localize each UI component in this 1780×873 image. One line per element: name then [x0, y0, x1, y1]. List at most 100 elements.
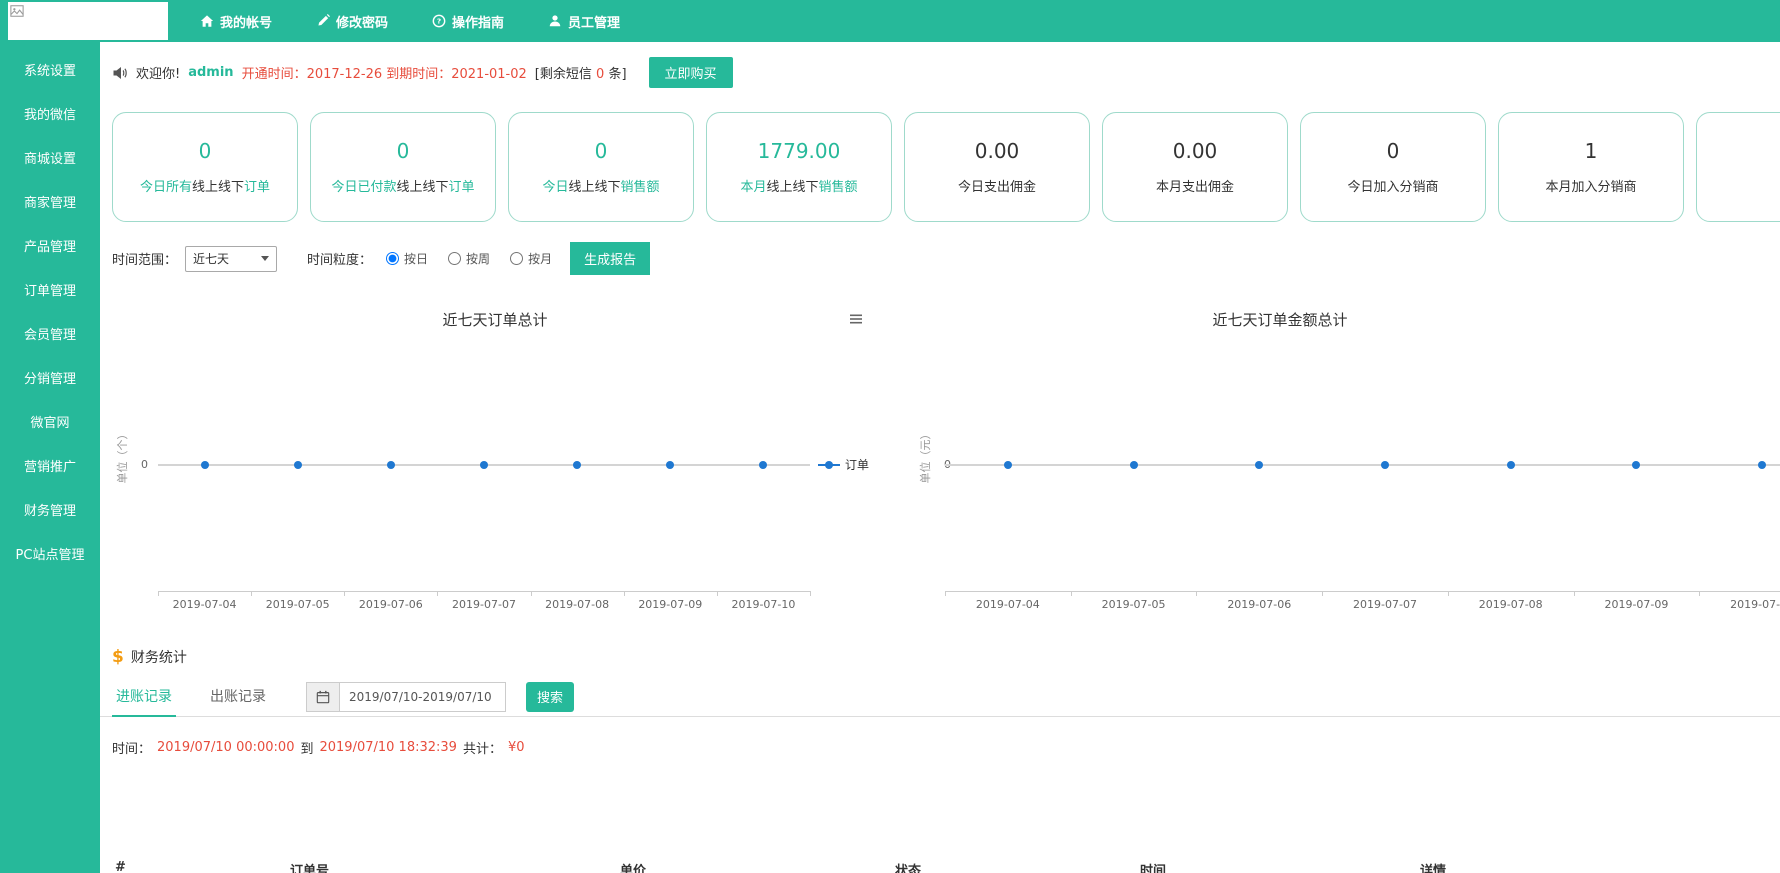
broken-image-icon: [10, 4, 24, 18]
summary-start-time: 2019/07/10 00:00:00: [157, 740, 294, 755]
time-range-label: 时间范围：: [112, 249, 177, 268]
x-axis-tick: [1322, 591, 1323, 596]
charts-row: 近七天订单总计单位（个）02019-07-042019-07-052019-07…: [100, 293, 1780, 623]
svg-text:?: ?: [437, 17, 441, 26]
data-point: [387, 461, 395, 469]
data-point: [201, 461, 209, 469]
finance-title-row: $ 财务统计: [100, 637, 1780, 667]
x-axis-label: 2019-07-04: [160, 598, 250, 611]
granularity-radio[interactable]: [510, 252, 523, 265]
sidebar-item-1[interactable]: 我的微信: [0, 94, 100, 138]
top-nav: 我的帐号 修改密码? 操作指南 员工管理: [200, 0, 620, 42]
x-axis: [158, 591, 810, 592]
x-axis-tick: [531, 591, 532, 596]
sidebar-item-9[interactable]: 营销推广: [0, 446, 100, 490]
calendar-icon[interactable]: [306, 682, 340, 712]
time-range-value: 近七天: [193, 250, 229, 267]
top-nav-item-1[interactable]: 修改密码: [316, 12, 388, 31]
summary-to-label: 到: [300, 738, 313, 757]
table-header-col-3: 状态: [895, 860, 921, 873]
data-point: [1130, 461, 1138, 469]
granularity-option-0[interactable]: 按日: [386, 250, 428, 267]
date-range-group: [306, 682, 506, 712]
x-axis-tick: [717, 591, 718, 596]
data-point: [573, 461, 581, 469]
chevron-down-icon: [261, 256, 269, 261]
x-axis-tick: [1196, 591, 1197, 596]
sidebar-item-6[interactable]: 会员管理: [0, 314, 100, 358]
top-nav-item-0[interactable]: 我的帐号: [200, 12, 272, 31]
validity-text: 开通时间：2017-12-26 到期时间：2021-01-02: [242, 63, 527, 82]
x-axis-label: 2019-07-09: [1591, 598, 1681, 611]
orders-table-header: #订单号单价状态时间详情: [100, 860, 1780, 873]
finance-tab-0[interactable]: 进账记录: [112, 677, 176, 717]
table-header-col-5: 详情: [1420, 860, 1446, 873]
user-icon: [548, 14, 562, 28]
finance-section: $ 财务统计 进账记录出账记录 搜索 时间： 2019/07/10 00:00:…: [100, 637, 1780, 757]
date-range-input[interactable]: [340, 682, 506, 712]
x-axis-tick: [1448, 591, 1449, 596]
table-header-col-2: 单价: [620, 860, 646, 873]
sidebar-item-2[interactable]: 商城设置: [0, 138, 100, 182]
sidebar-item-10[interactable]: 财务管理: [0, 490, 100, 534]
data-point: [1004, 461, 1012, 469]
x-axis-tick: [1071, 591, 1072, 596]
welcome-greeting: 欢迎你!: [136, 63, 180, 82]
home-icon: [200, 14, 214, 28]
finance-tab-1[interactable]: 出账记录: [206, 677, 270, 717]
legend[interactable]: 订单: [818, 456, 869, 473]
search-button[interactable]: 搜索: [526, 682, 574, 712]
x-axis-tick: [437, 591, 438, 596]
sidebar-item-7[interactable]: 分销管理: [0, 358, 100, 402]
top-nav-item-2[interactable]: ? 操作指南: [432, 12, 504, 31]
x-axis-label: 2019-07-06: [1214, 598, 1304, 611]
granularity-radio-group: 按日 按周 按月: [386, 250, 552, 267]
x-axis-label: 2019-07-08: [532, 598, 622, 611]
granularity-option-label: 按月: [528, 250, 552, 267]
menu-icon[interactable]: [848, 311, 864, 327]
edit-icon: [316, 14, 330, 28]
sidebar-item-3[interactable]: 商家管理: [0, 182, 100, 226]
x-axis-tick: [1574, 591, 1575, 596]
stat-card-label: 今日支出佣金: [958, 176, 1036, 195]
sidebar-item-4[interactable]: 产品管理: [0, 226, 100, 270]
stat-card-label: 今日已付款线上线下订单: [331, 176, 474, 195]
granularity-option-label: 按周: [466, 250, 490, 267]
data-point: [759, 461, 767, 469]
top-nav-label: 操作指南: [452, 12, 504, 31]
x-axis-tick: [158, 591, 159, 596]
stat-card-value: 0: [1387, 139, 1400, 163]
granularity-radio[interactable]: [386, 252, 399, 265]
buy-now-button[interactable]: 立即购买: [649, 57, 733, 88]
legend-marker-icon: [818, 461, 840, 469]
data-point: [294, 461, 302, 469]
top-nav-label: 员工管理: [568, 12, 620, 31]
data-point: [1381, 461, 1389, 469]
stat-cards-row: 0今日所有线上线下订单0今日已付款线上线下订单0今日线上线下销售额1779.00…: [100, 112, 1780, 222]
data-point: [666, 461, 674, 469]
time-range-select[interactable]: 近七天: [185, 246, 277, 272]
orders-amount-chart: 近七天订单金额总计单位（元）02019-07-042019-07-052019-…: [915, 293, 1780, 623]
data-point: [1255, 461, 1263, 469]
stat-card-2: 0今日线上线下销售额: [508, 112, 694, 222]
x-axis-label: 2019-07-09: [625, 598, 715, 611]
granularity-option-2[interactable]: 按月: [510, 250, 552, 267]
sidebar-item-11[interactable]: PC站点管理: [0, 534, 100, 578]
stat-card-label: 今日所有线上线下订单: [140, 176, 270, 195]
table-header-col-1: 订单号: [290, 860, 329, 873]
y-axis-label: 单位（个）: [114, 416, 130, 496]
sidebar-item-0[interactable]: 系统设置: [0, 50, 100, 94]
filter-row: 时间范围： 近七天 时间粒度： 按日按周按月 生成报告: [100, 242, 1780, 275]
generate-report-button[interactable]: 生成报告: [570, 242, 650, 275]
stat-card-label: 今日线上线下销售额: [542, 176, 659, 195]
granularity-option-1[interactable]: 按周: [448, 250, 490, 267]
x-axis-label: 2019-07-04: [963, 598, 1053, 611]
sidebar-item-5[interactable]: 订单管理: [0, 270, 100, 314]
sidebar-item-8[interactable]: 微官网: [0, 402, 100, 446]
main-content: 欢迎你! admin 开通时间：2017-12-26 到期时间：2021-01-…: [100, 42, 1780, 873]
summary-total-value: ¥0: [508, 740, 525, 755]
chart-title: 近七天订单金额总计: [1080, 309, 1480, 330]
granularity-radio[interactable]: [448, 252, 461, 265]
username-link[interactable]: admin: [188, 65, 233, 80]
top-nav-item-3[interactable]: 员工管理: [548, 12, 620, 31]
